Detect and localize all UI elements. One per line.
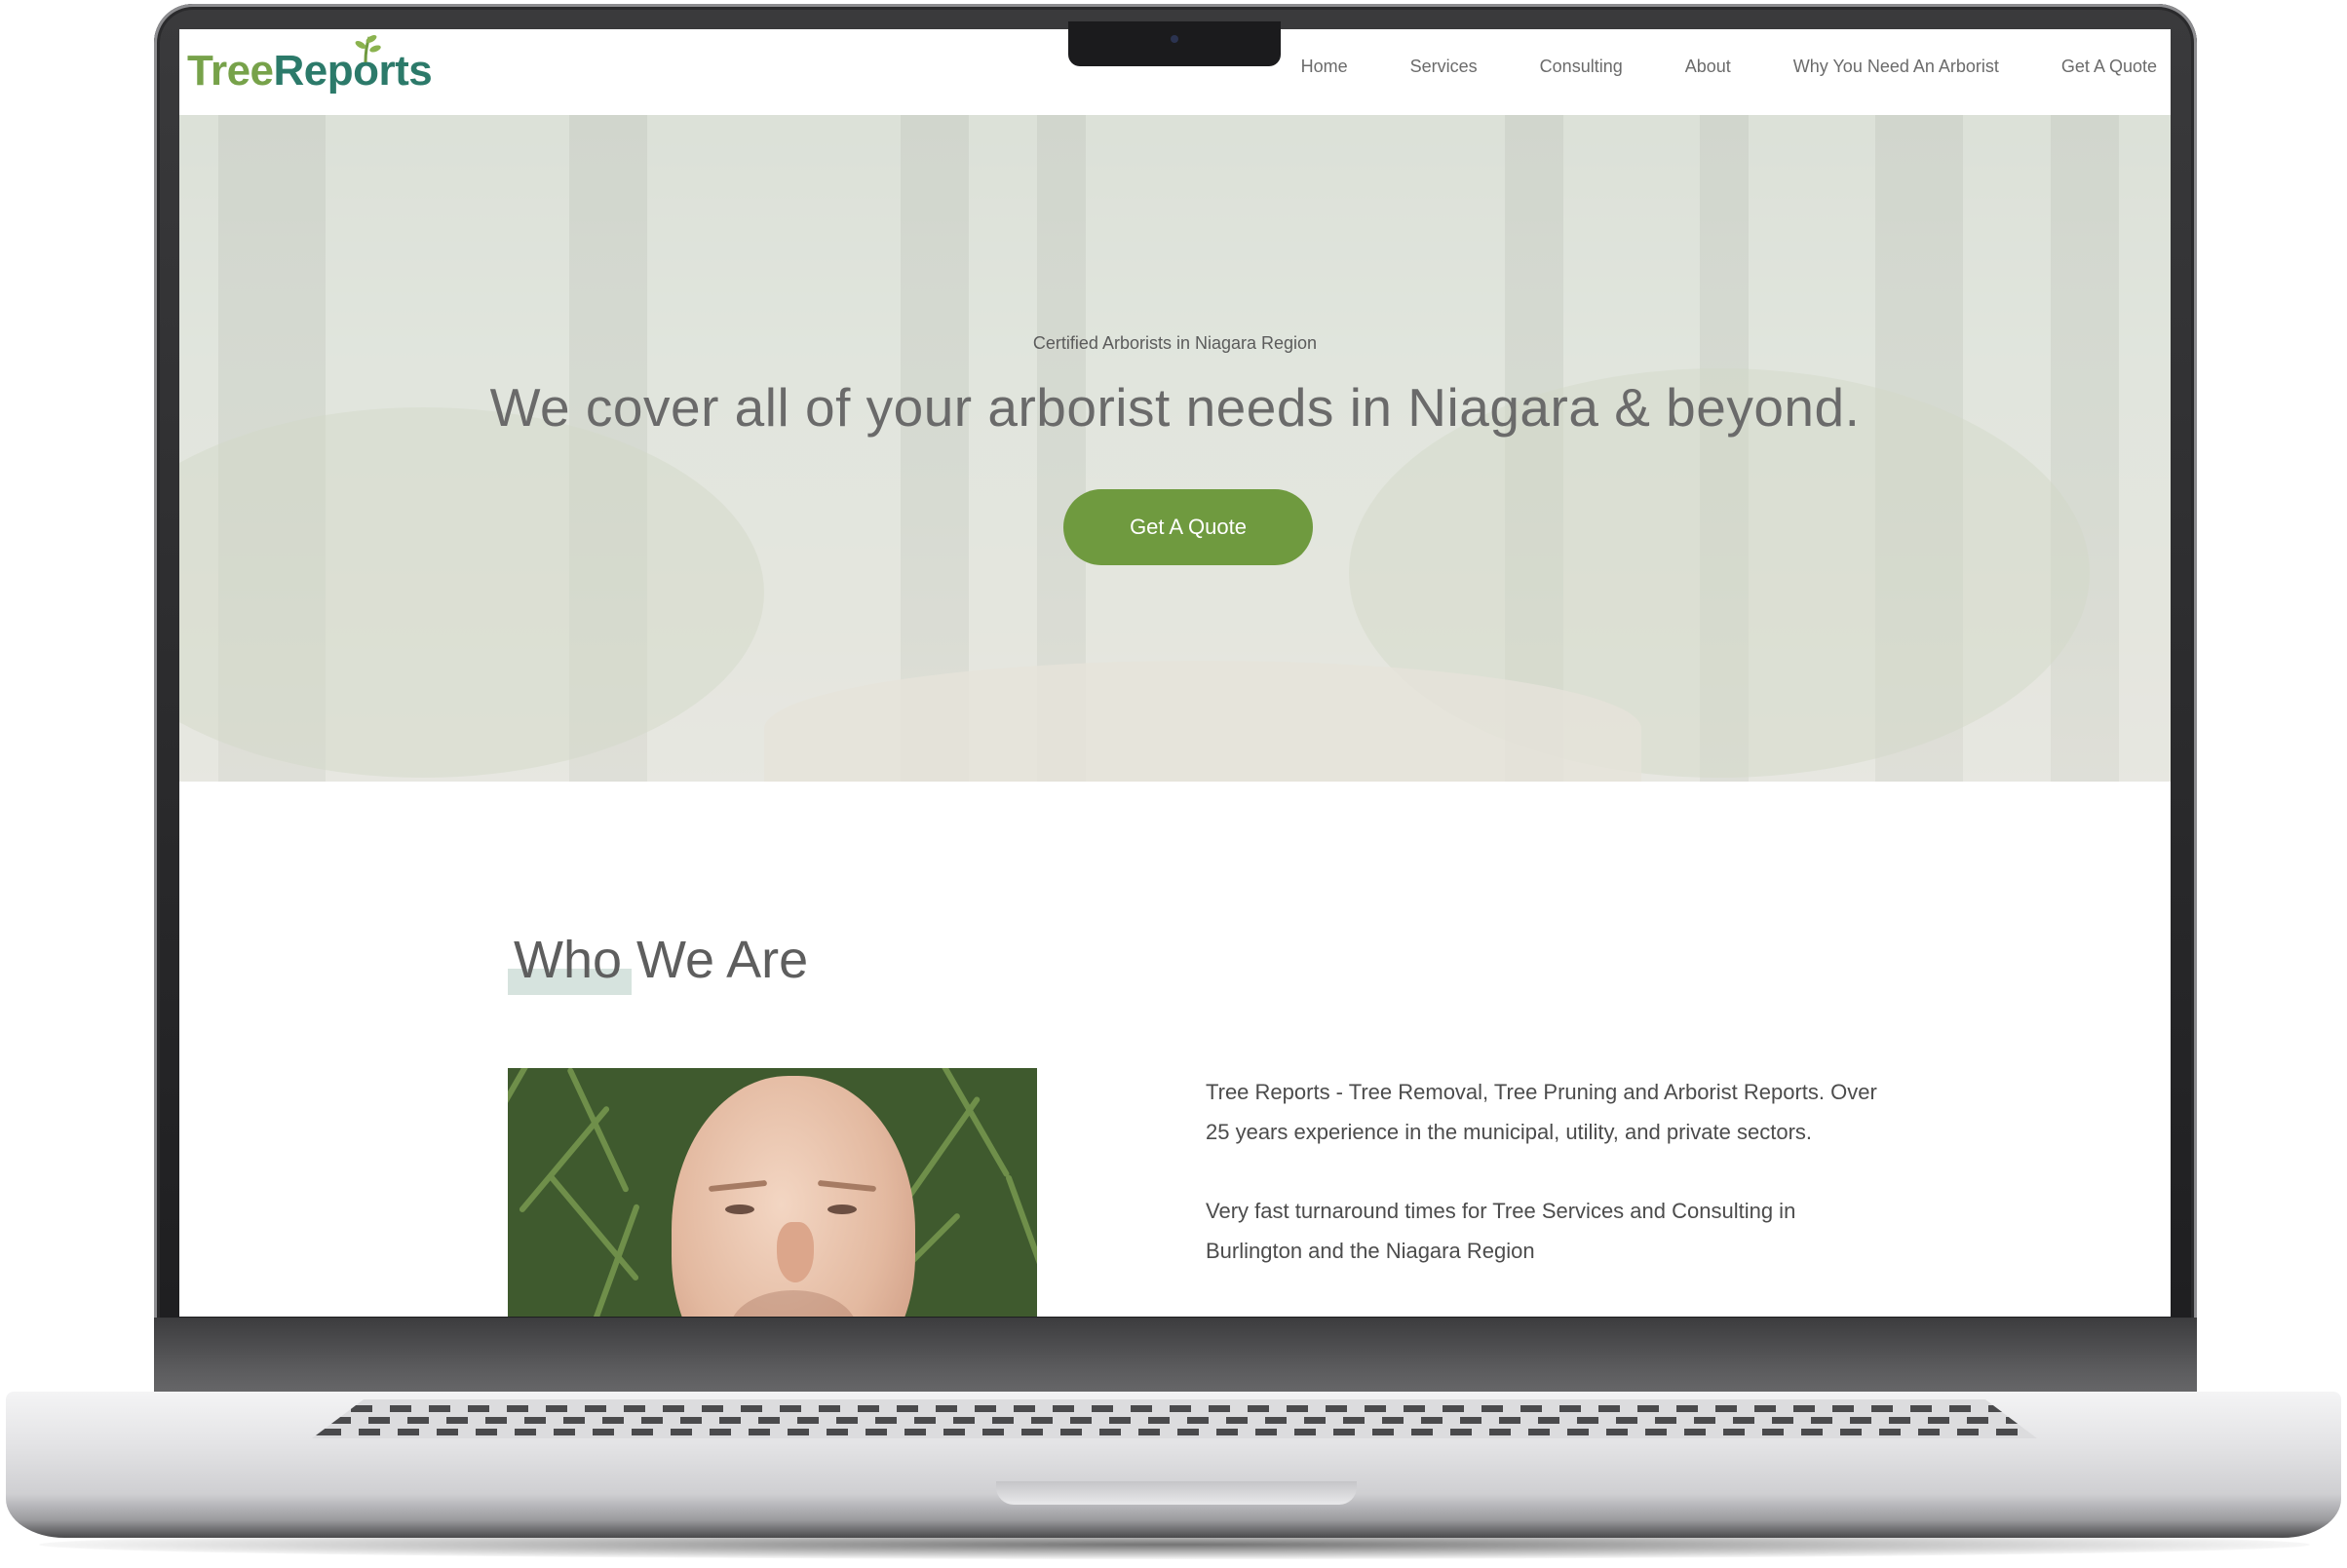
- nav-services[interactable]: Services: [1410, 57, 1478, 77]
- laptop-chin: [154, 1318, 2197, 1399]
- portrait-beard: [730, 1290, 857, 1317]
- pine-needle: [588, 1203, 640, 1317]
- pine-needle: [937, 1068, 1011, 1178]
- hero-kicker: Certified Arborists in Niagara Region: [1032, 333, 1318, 353]
- nav-home[interactable]: Home: [1301, 57, 1348, 77]
- section-title: Who We Are: [514, 931, 809, 989]
- portrait-brow: [817, 1179, 877, 1193]
- trackpad-notch: [996, 1481, 1357, 1505]
- pine-needle: [508, 1068, 533, 1178]
- camera-notch: [1068, 21, 1281, 66]
- main-nav: Home Services Consulting About Why You N…: [1239, 57, 2157, 77]
- hero-content: Certified Arborists in Niagara Region We…: [179, 115, 2171, 782]
- leaf-sprig-icon: [355, 35, 381, 62]
- portrait-face: [672, 1076, 915, 1317]
- about-paragraph-2: Very fast turnaround times for Tree Serv…: [1206, 1199, 1796, 1263]
- portrait-eye: [827, 1205, 857, 1214]
- logo-text-tree: Tree: [187, 47, 274, 95]
- pine-needle: [1005, 1173, 1037, 1305]
- portrait-eye: [725, 1205, 754, 1214]
- keyboard-row: [312, 1417, 2037, 1424]
- keyboard-row: [312, 1405, 2037, 1412]
- about-text: Tree Reports - Tree Removal, Tree Prunin…: [1206, 1072, 1888, 1310]
- keyboard-row: [312, 1429, 2037, 1435]
- get-quote-button[interactable]: Get A Quote: [1063, 489, 1313, 565]
- nav-consulting[interactable]: Consulting: [1540, 57, 1623, 77]
- keyboard: [312, 1399, 2037, 1438]
- pine-needle: [566, 1068, 630, 1194]
- hero-title: We cover all of your arborist needs in N…: [489, 377, 1861, 438]
- about-paragraph-1: Tree Reports - Tree Removal, Tree Prunin…: [1206, 1080, 1877, 1144]
- portrait-nose: [777, 1222, 814, 1282]
- hero-section: Certified Arborists in Niagara Region We…: [179, 115, 2171, 782]
- nav-about[interactable]: About: [1685, 57, 1731, 77]
- nav-why-arborist[interactable]: Why You Need An Arborist: [1793, 57, 1999, 77]
- portrait-brow: [708, 1179, 768, 1193]
- browser-screen: TreeReports Home Services Consulting Abo…: [179, 29, 2171, 1317]
- site-logo[interactable]: TreeReports: [187, 35, 433, 96]
- arborist-photo: [508, 1068, 1037, 1317]
- camera-icon: [1171, 35, 1178, 43]
- nav-get-quote[interactable]: Get A Quote: [2061, 57, 2157, 77]
